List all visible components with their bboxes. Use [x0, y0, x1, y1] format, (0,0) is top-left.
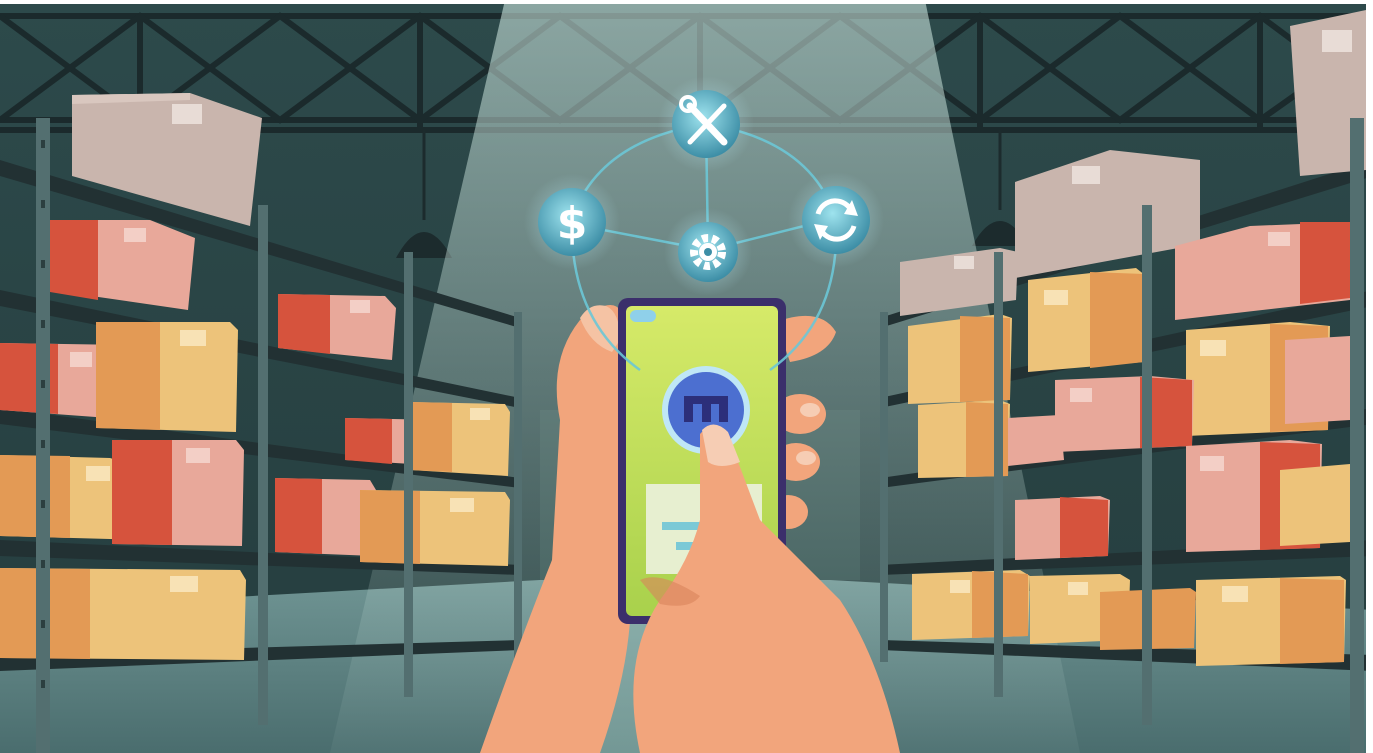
box	[1015, 496, 1110, 560]
wrench-screwdriver-icon	[658, 76, 754, 172]
box	[360, 490, 510, 566]
box	[1280, 464, 1350, 546]
box	[96, 322, 238, 432]
box	[112, 440, 244, 546]
dollar-icon: $	[524, 174, 620, 270]
box	[1028, 268, 1146, 372]
box	[1055, 376, 1194, 452]
svg-text:$: $	[557, 198, 588, 249]
gear-icon	[664, 208, 752, 296]
box	[410, 402, 510, 476]
warehouse-scene: $	[0, 0, 1373, 753]
box	[912, 570, 1030, 640]
refresh-icon	[788, 172, 884, 268]
box	[1196, 576, 1346, 666]
box	[1285, 336, 1350, 424]
